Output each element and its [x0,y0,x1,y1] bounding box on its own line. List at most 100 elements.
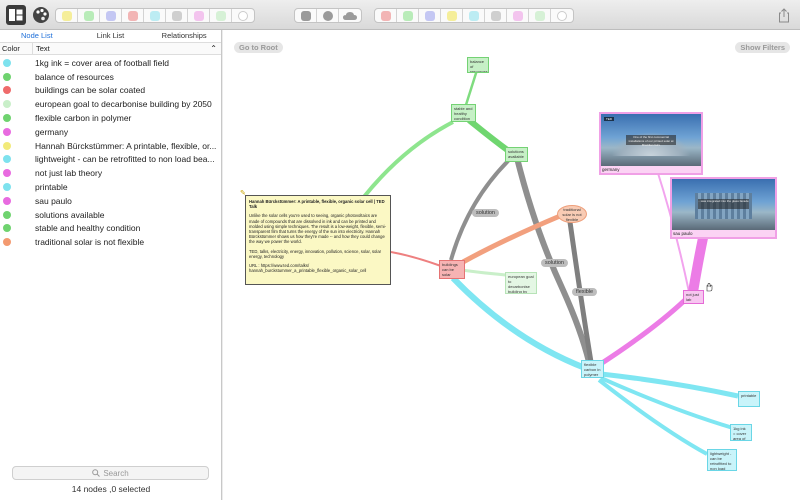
node-european[interactable]: european goal to decarbonise building by… [505,272,537,294]
node-balance[interactable]: balance of resources [467,57,489,73]
square-shape-button[interactable] [295,9,317,22]
color-dot-icon [3,72,11,81]
link-swatch-green[interactable] [397,9,419,22]
list-item[interactable]: buildings can be solar coated [0,84,221,98]
link-swatch-lightgreen[interactable] [529,9,551,22]
list-item[interactable]: printable [0,180,221,194]
note-ted-talk[interactable]: Hannah Bürckstümmer: A printable, flexib… [245,195,391,285]
node-list-panel: Node List Link List Relationships Color … [0,30,222,500]
shape-buttons [294,8,362,23]
color-dot-icon [3,224,11,233]
list-item-label: Hannah Bürckstümmer: A printable, flexib… [35,140,217,151]
list-item[interactable]: solutions available [0,208,221,222]
list-item-label: traditional solar is not flexible [35,237,145,248]
swatch-cyan[interactable] [144,9,166,22]
link-buildings-european [460,268,507,277]
color-column-header[interactable]: Color [0,43,33,54]
swatch-green[interactable] [78,9,100,22]
link-color-swatches [374,8,574,23]
search-placeholder: Search [103,468,129,478]
link-swatch-gray[interactable] [485,9,507,22]
table-header: Color Text ⌃ [0,42,221,55]
mind-map-canvas[interactable]: Go to Root Show Filters balance of resou… [223,30,800,500]
swatch-pink[interactable] [188,9,210,22]
cloud-shape-button[interactable] [339,9,361,22]
list-item[interactable]: lightweight - can be retrofitted to non … [0,153,221,167]
list-item[interactable]: germany [0,125,221,139]
swatch-white[interactable] [232,9,254,22]
link-flexible-notlab [597,298,687,368]
link-swatch-red[interactable] [375,9,397,22]
circle-shape-button[interactable] [317,9,339,22]
tab-relationships[interactable]: Relationships [147,30,221,42]
image-node-germany[interactable]: TED One of the first commercial installa… [599,112,703,175]
swatch-yellow[interactable] [56,9,78,22]
link-swatch-pink[interactable] [507,9,529,22]
node-count-status: 14 nodes ,0 selected [71,484,151,494]
node-traditional[interactable]: traditional solar is not flexible [557,205,587,223]
list-item-label: european goal to decarbonise building by… [35,99,212,110]
go-to-root-button[interactable]: Go to Root [234,42,283,53]
color-dot-icon [3,127,11,136]
list-item[interactable]: sau paulo [0,194,221,208]
link-swatch-cyan[interactable] [463,9,485,22]
palette-icon [33,7,49,23]
list-item[interactable]: flexible carbon in polymer [0,111,221,125]
swatch-lightgreen[interactable] [210,9,232,22]
link-swatch-blue[interactable] [419,9,441,22]
note-url[interactable]: URL : https://www.ted.com/talks/ hannah_… [249,263,387,273]
link-swatch-white[interactable] [551,9,573,22]
list-item[interactable]: stable and healthy condition [0,222,221,236]
text-column-header[interactable]: Text [33,43,50,54]
list-item[interactable]: european goal to decarbonise building by… [0,97,221,111]
node-not-just-lab[interactable]: not just lab theory [683,290,704,304]
node-solutions[interactable]: solutions available [505,147,528,162]
node-stable[interactable]: stable and healthy condition [451,104,476,122]
node-color-swatches [55,8,255,23]
node-printable[interactable]: printable [738,391,760,407]
list-item-label: germany [35,126,69,137]
list-item-label: lightweight - can be retrofitted to non … [35,154,215,165]
sort-caret-icon[interactable]: ⌃ [210,43,217,54]
tab-node-list[interactable]: Node List [0,30,74,42]
list-item-label: balance of resources [35,71,114,82]
image-node-sau-paulo[interactable]: ...was integrated into the glass facade … [670,177,777,239]
list-item-label: 1kg ink = cover area of football field [35,57,169,68]
swatch-blue[interactable] [100,9,122,22]
list-item[interactable]: traditional solar is not flexible [0,235,221,249]
palette-button[interactable] [31,5,51,25]
list-item[interactable]: not just lab theory [0,166,221,180]
node-1kg-ink[interactable]: 1kg ink = cover area of football field [730,424,752,441]
swatch-red[interactable] [122,9,144,22]
hand-cursor-icon [706,283,713,292]
list-item[interactable]: 1kg ink = cover area of football field [0,56,221,70]
node-lightweight[interactable]: lightweight - can be retrofitted to non … [707,449,737,471]
germany-caption: germany [601,166,701,173]
cloud-icon [343,11,357,20]
link-label-solution-2[interactable]: solution [541,259,568,267]
list-item[interactable]: balance of resources [0,70,221,84]
layout-toggle-button[interactable] [6,5,26,25]
search-icon [92,469,101,477]
list-item-label: printable [35,182,68,193]
list-item[interactable]: Hannah Bürckstümmer: A printable, flexib… [0,139,221,153]
share-icon [779,7,789,22]
note-title: Hannah Bürckstümmer: A printable, flexib… [249,199,385,210]
color-dot-icon [3,196,11,205]
layout-icon [9,9,23,21]
show-filters-button[interactable]: Show Filters [735,42,790,53]
tab-link-list[interactable]: Link List [74,30,148,42]
link-label-solution-1[interactable]: solution [472,209,499,217]
share-button[interactable] [774,5,794,25]
link-label-flexible[interactable]: flexible [572,288,598,296]
node-flexible[interactable]: flexible carbon in polymer [581,360,604,378]
image-tag: TED [604,117,614,121]
color-dot-icon [3,114,11,123]
search-input[interactable]: Search [12,466,209,480]
link-stable-solutions [467,117,512,155]
link-swatch-yellow[interactable] [441,9,463,22]
swatch-gray[interactable] [166,9,188,22]
germany-image: TED One of the first commercial installa… [601,114,701,166]
node-list: 1kg ink = cover area of football field ba… [0,56,221,249]
node-buildings[interactable]: buildings can be solar coated [439,260,465,279]
